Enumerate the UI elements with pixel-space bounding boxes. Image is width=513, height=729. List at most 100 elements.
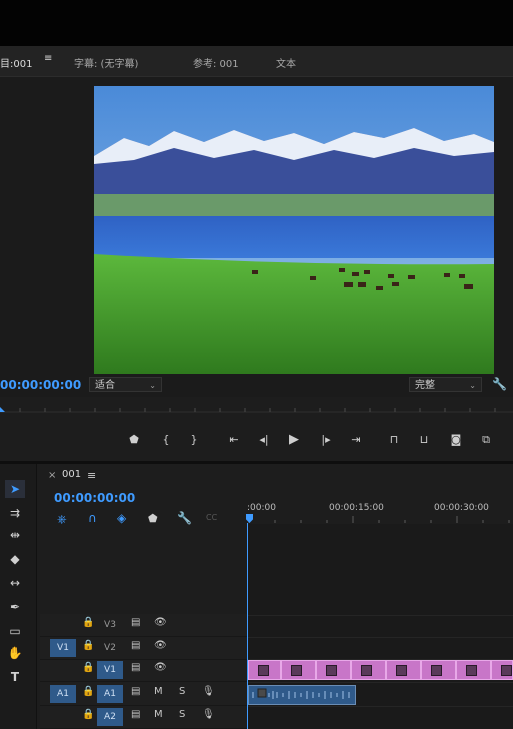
sequence-timecode[interactable]: 00:00:00:00 bbox=[54, 491, 135, 505]
track-divider bbox=[247, 615, 513, 616]
hand-icon[interactable]: ✋ bbox=[5, 644, 25, 662]
sequence-tab[interactable]: 001 bbox=[62, 469, 81, 480]
video-clip[interactable] bbox=[351, 660, 386, 680]
camera-icon[interactable]: ◙ bbox=[447, 430, 465, 450]
fx-icon bbox=[431, 665, 442, 676]
pen-icon[interactable]: ✒ bbox=[5, 598, 25, 616]
video-clip[interactable] bbox=[248, 660, 281, 680]
eye-icon[interactable]: 👁 bbox=[154, 617, 167, 628]
tab-program[interactable]: 目:001 bbox=[0, 55, 32, 70]
type-icon[interactable]: T bbox=[5, 668, 25, 686]
linked-selection-icon[interactable]: ◈ bbox=[117, 511, 126, 525]
fx-icon bbox=[326, 665, 337, 676]
out-point-icon[interactable]: } bbox=[185, 430, 203, 450]
fx-icon bbox=[501, 665, 512, 676]
lock-icon[interactable]: 🔒 bbox=[82, 617, 94, 628]
track-target-v2[interactable]: V2 bbox=[97, 639, 123, 657]
video-clip[interactable] bbox=[491, 660, 513, 680]
ripple-edit-icon[interactable]: ⇹ bbox=[5, 526, 25, 544]
tab-text[interactable]: 文本 bbox=[276, 55, 296, 70]
monitor-controls: 00:00:00:00 适合 ⌄ 完整 ⌄ 🔧 bbox=[0, 375, 513, 395]
program-timecode[interactable]: 00:00:00:00 bbox=[0, 378, 81, 392]
track-divider bbox=[247, 682, 513, 683]
ruler-label-0: :00:00 bbox=[247, 503, 276, 513]
sync-lock-icon[interactable]: ▤ bbox=[131, 662, 140, 673]
track-target-v1[interactable]: V1 bbox=[97, 661, 123, 679]
sync-lock-icon[interactable]: ▤ bbox=[131, 617, 140, 628]
step-forward-icon[interactable]: |▸ bbox=[317, 430, 335, 450]
captions-icon[interactable]: CC bbox=[206, 513, 217, 522]
track-row-v2: V1 🔒 V2 ▤ 👁 bbox=[40, 637, 247, 660]
chevron-down-icon: ⌄ bbox=[469, 381, 476, 390]
lock-icon[interactable]: 🔒 bbox=[82, 686, 94, 697]
sync-lock-icon[interactable]: ▤ bbox=[131, 686, 140, 697]
eye-icon[interactable]: 👁 bbox=[154, 640, 167, 651]
video-frame bbox=[94, 86, 494, 374]
source-patch-a1[interactable]: A1 bbox=[50, 685, 76, 703]
quality-select-value: 完整 bbox=[415, 380, 435, 391]
ruler-label-30: 00:00:30:00 bbox=[434, 503, 489, 513]
sync-lock-icon[interactable]: ▤ bbox=[131, 640, 140, 651]
video-clip[interactable] bbox=[421, 660, 456, 680]
go-to-out-icon[interactable]: ⇥ bbox=[347, 430, 365, 450]
eye-icon[interactable]: 👁 bbox=[154, 662, 167, 673]
wrench-icon[interactable]: 🔧 bbox=[492, 377, 507, 391]
nest-icon[interactable]: ⎈ bbox=[57, 512, 67, 527]
selection-tool-icon[interactable]: ➤ bbox=[5, 480, 25, 498]
close-icon[interactable]: × bbox=[48, 470, 56, 481]
lock-icon[interactable]: 🔒 bbox=[82, 640, 94, 651]
fx-icon bbox=[361, 665, 372, 676]
mute-button[interactable]: M bbox=[154, 709, 163, 720]
marker-icon[interactable]: ⬟ bbox=[125, 430, 143, 450]
fx-icon bbox=[396, 665, 407, 676]
lift-icon[interactable]: ⊓ bbox=[385, 430, 403, 450]
video-clip[interactable] bbox=[316, 660, 351, 680]
mute-button[interactable]: M bbox=[154, 686, 163, 697]
tab-captions[interactable]: 字幕: (无字幕) bbox=[74, 55, 138, 70]
track-target-a1[interactable]: A1 bbox=[97, 685, 123, 703]
step-back-icon[interactable]: ◂| bbox=[255, 430, 273, 450]
quality-select[interactable]: 完整 ⌄ bbox=[409, 377, 482, 392]
fit-select[interactable]: 适合 ⌄ bbox=[89, 377, 162, 392]
source-patch-v1[interactable]: V1 bbox=[50, 639, 76, 657]
track-row-a2: 🔒 A2 ▤ M S 🎙 bbox=[40, 706, 247, 729]
track-select-icon[interactable]: ⇉ bbox=[5, 504, 25, 522]
video-clip[interactable] bbox=[281, 660, 316, 680]
in-point-icon[interactable]: { bbox=[157, 430, 175, 450]
sync-lock-icon[interactable]: ▤ bbox=[131, 709, 140, 720]
sequence-menu-icon[interactable]: ≡ bbox=[87, 469, 96, 482]
waveform bbox=[252, 688, 350, 699]
compare-icon[interactable]: ⧉ bbox=[477, 430, 495, 450]
add-marker-icon[interactable]: ⬟ bbox=[148, 512, 158, 525]
lock-icon[interactable]: 🔒 bbox=[82, 662, 94, 673]
ruler-label-15: 00:00:15:00 bbox=[329, 503, 384, 513]
tools-panel: ➤ ⇉ ⇹ ◆ ↔ ✒ ▭ ✋ T bbox=[0, 464, 37, 729]
track-target-v3[interactable]: V3 bbox=[97, 616, 123, 634]
track-target-a2[interactable]: A2 bbox=[97, 708, 123, 726]
video-clip[interactable] bbox=[386, 660, 421, 680]
rectangle-icon[interactable]: ▭ bbox=[5, 622, 25, 640]
audio-clip[interactable] bbox=[248, 685, 356, 705]
play-icon[interactable]: ▶ bbox=[285, 430, 303, 450]
track-row-v3: 🔒 V3 ▤ 👁 bbox=[40, 614, 247, 637]
microphone-icon[interactable]: 🎙 bbox=[202, 686, 215, 697]
settings-wrench-icon[interactable]: 🔧 bbox=[177, 511, 192, 525]
track-row-a1: A1 🔒 A1 ▤ M S 🎙 bbox=[40, 683, 247, 706]
landscape-image bbox=[94, 86, 494, 374]
track-divider bbox=[247, 706, 513, 707]
lock-icon[interactable]: 🔒 bbox=[82, 709, 94, 720]
solo-button[interactable]: S bbox=[179, 686, 185, 697]
microphone-icon[interactable]: 🎙 bbox=[202, 709, 215, 720]
video-clip[interactable] bbox=[456, 660, 491, 680]
monitor-time-ruler[interactable] bbox=[0, 402, 513, 414]
fx-icon bbox=[466, 665, 477, 676]
ruler-ticks bbox=[0, 407, 513, 413]
razor-icon[interactable]: ◆ bbox=[5, 550, 25, 568]
tab-menu-icon[interactable]: ≡ bbox=[44, 53, 52, 64]
go-to-in-icon[interactable]: ⇤ bbox=[225, 430, 243, 450]
snap-icon[interactable]: ∩ bbox=[88, 511, 97, 525]
tab-reference[interactable]: 参考: 001 bbox=[193, 55, 239, 70]
slip-icon[interactable]: ↔ bbox=[5, 574, 25, 592]
solo-button[interactable]: S bbox=[179, 709, 185, 720]
extract-icon[interactable]: ⊔ bbox=[415, 430, 433, 450]
